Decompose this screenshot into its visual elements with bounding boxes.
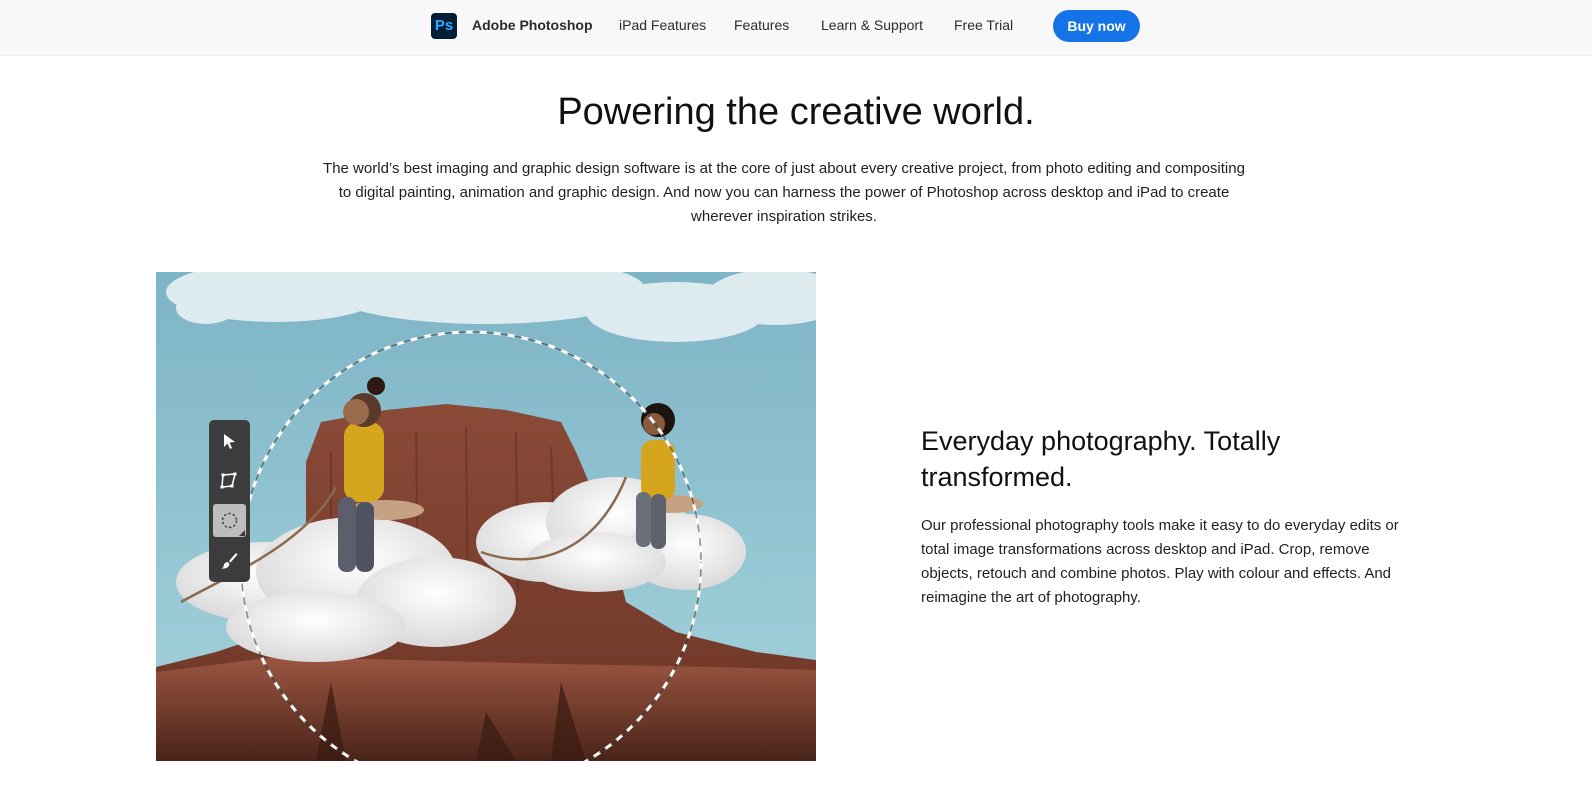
nav-link-features[interactable]: Features bbox=[734, 17, 789, 33]
ellipse-select-icon[interactable] bbox=[213, 504, 246, 537]
nav-link-ipad-features[interactable]: iPad Features bbox=[619, 17, 706, 33]
nav-link-free-trial[interactable]: Free Trial bbox=[954, 17, 1013, 33]
photoshop-logo-icon[interactable]: Ps bbox=[431, 13, 457, 39]
tool-palette bbox=[209, 420, 250, 582]
feature-image bbox=[156, 272, 816, 761]
hero-title: Powering the creative world. bbox=[557, 91, 1035, 133]
buy-now-button[interactable]: Buy now bbox=[1053, 10, 1140, 42]
nav-link-learn-support[interactable]: Learn & Support bbox=[821, 17, 923, 33]
brand-name[interactable]: Adobe Photoshop bbox=[472, 17, 593, 33]
hero-description: The world’s best imaging and graphic des… bbox=[323, 160, 1245, 225]
transform-icon[interactable] bbox=[213, 464, 246, 497]
brush-icon[interactable] bbox=[213, 544, 246, 577]
feature-title: Everyday photography. Totally transforme… bbox=[921, 426, 1281, 492]
pointer-icon[interactable] bbox=[213, 425, 246, 458]
feature-illustration bbox=[156, 272, 816, 761]
feature-description: Our professional photography tools make … bbox=[921, 517, 1399, 606]
top-navigation: Ps Adobe Photoshop iPad Features Feature… bbox=[0, 0, 1592, 56]
